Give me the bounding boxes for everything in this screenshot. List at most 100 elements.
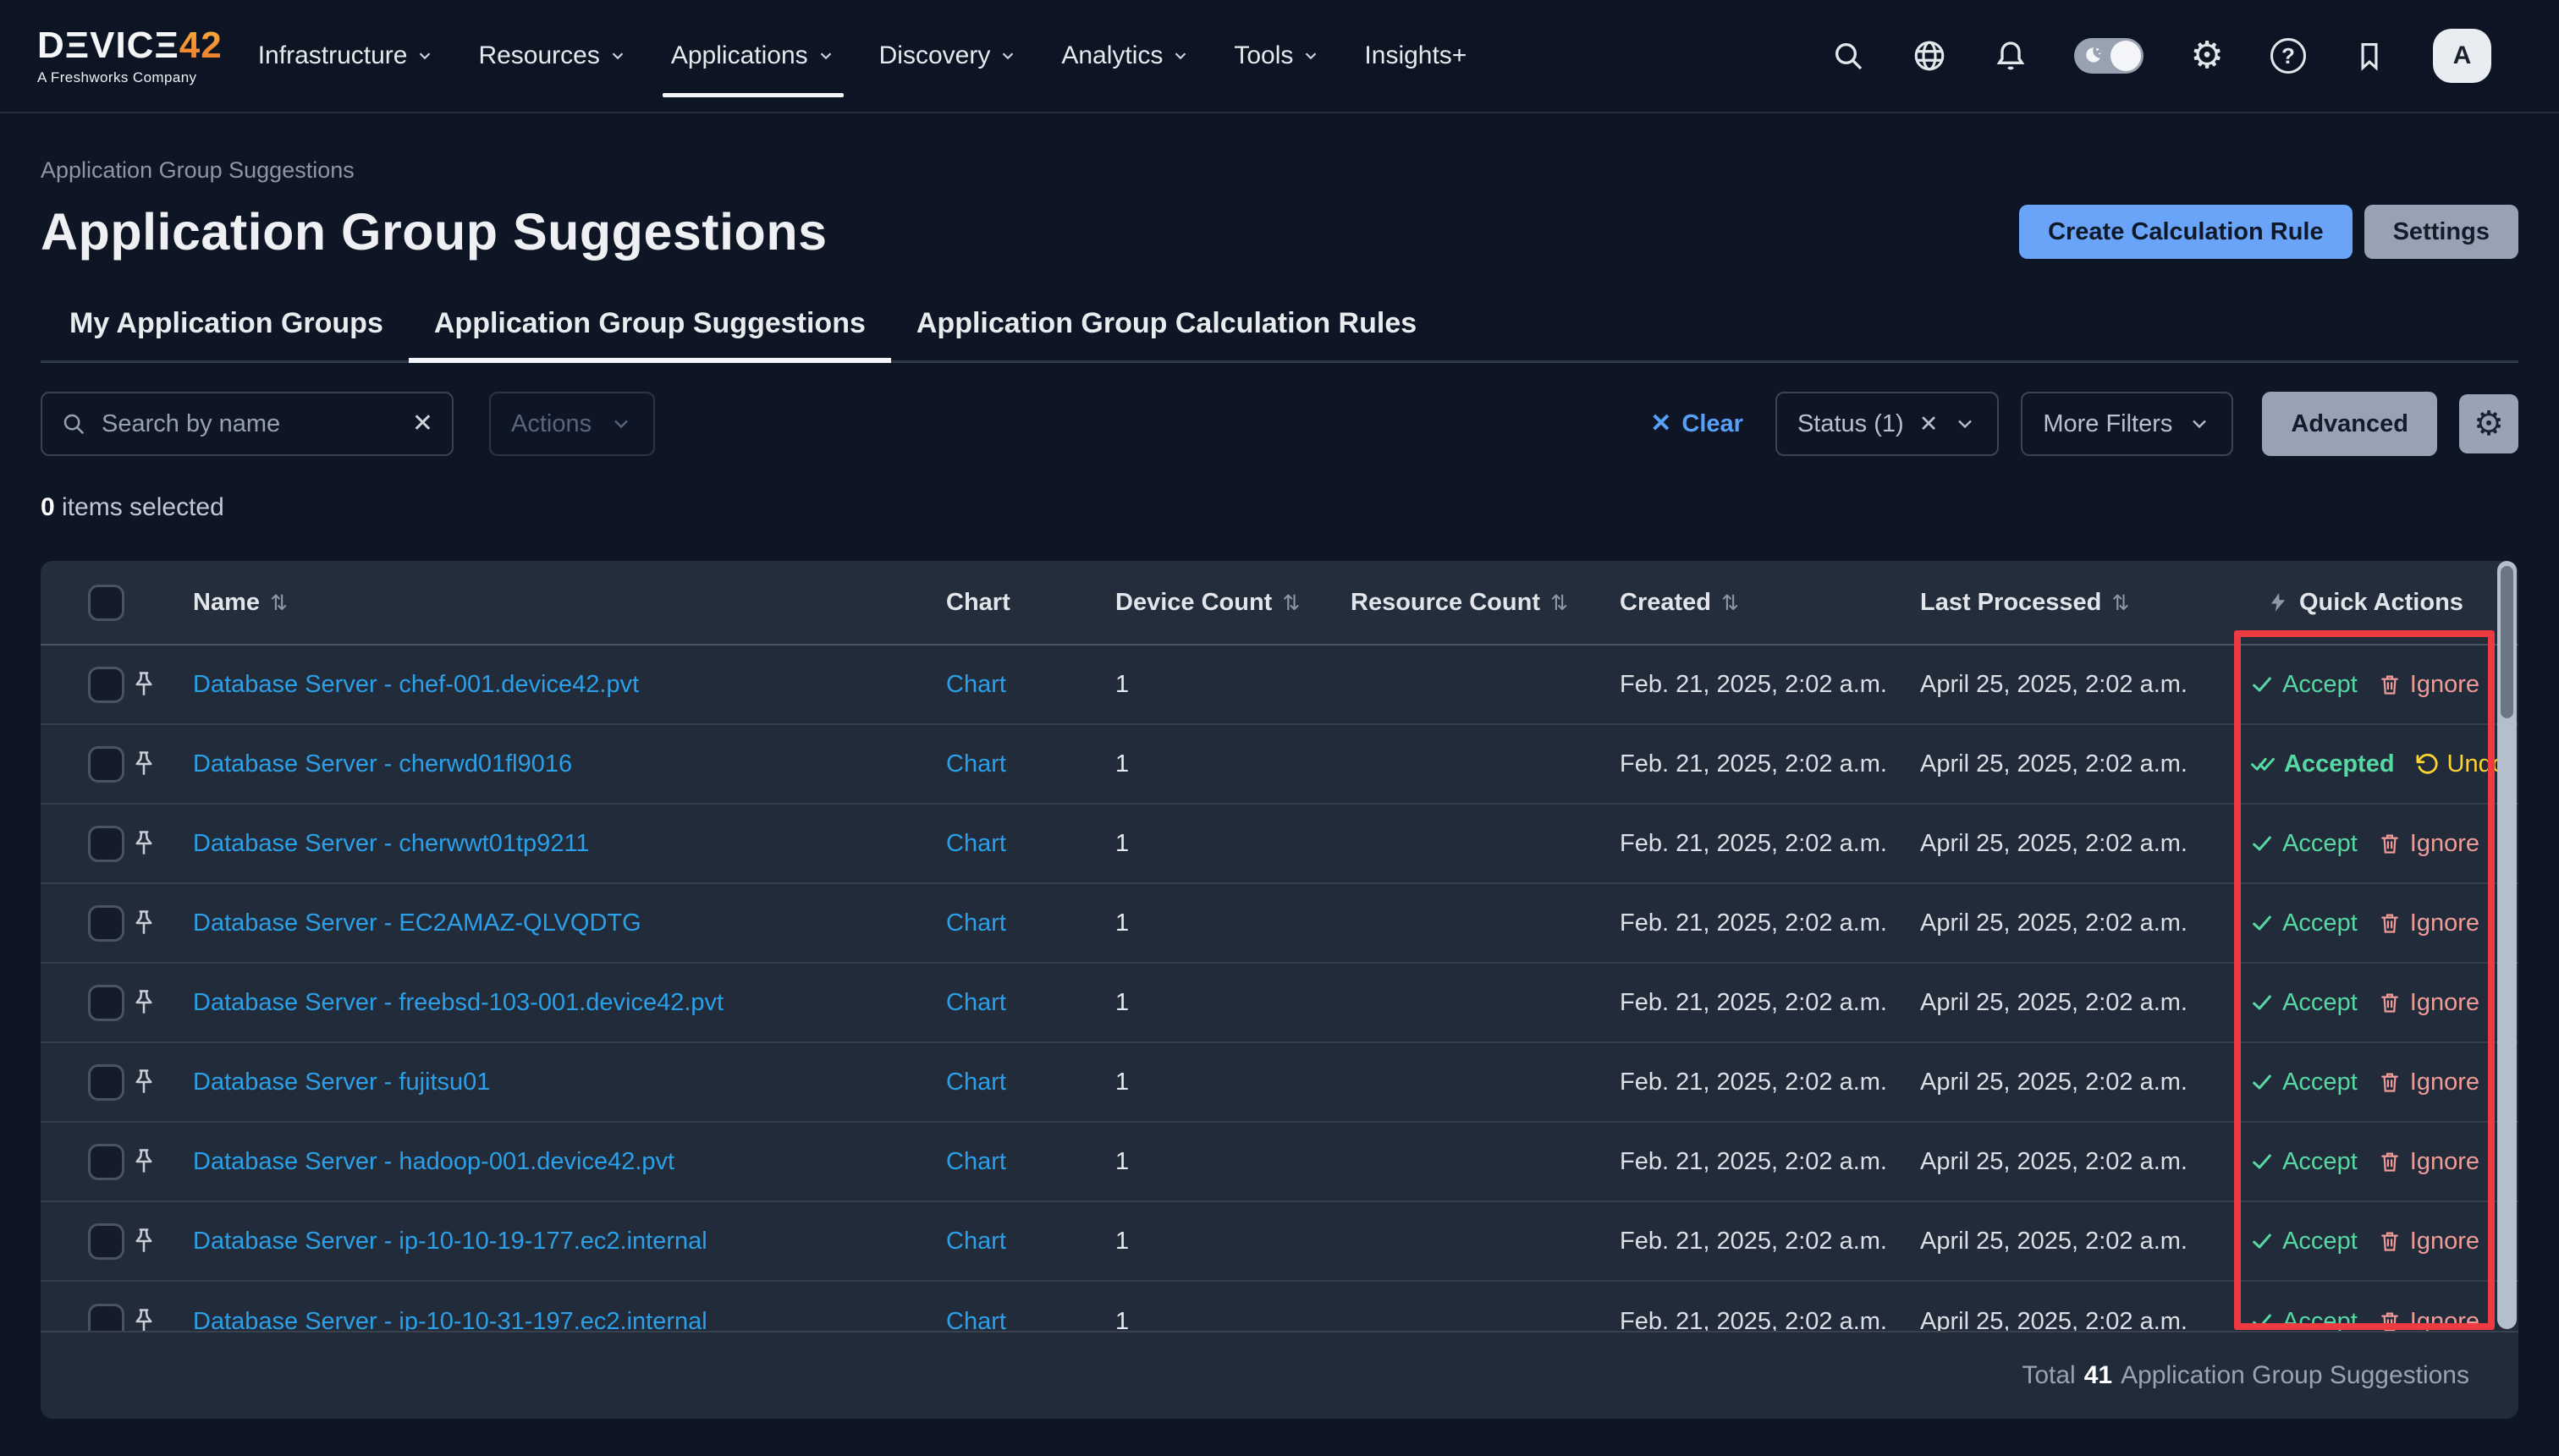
tab-application-group-suggestions[interactable]: Application Group Suggestions — [409, 307, 891, 360]
accept-button[interactable]: Accept — [2250, 909, 2358, 937]
accept-button[interactable]: Accept — [2250, 989, 2358, 1017]
ignore-button[interactable]: Ignore — [2378, 1308, 2479, 1332]
pin-icon[interactable] — [129, 1226, 159, 1256]
nav-item-insights-[interactable]: Insights+ — [1362, 36, 1468, 75]
ignore-button[interactable]: Ignore — [2378, 1148, 2479, 1176]
pin-icon[interactable] — [129, 749, 159, 779]
advanced-button[interactable]: Advanced — [2262, 392, 2437, 456]
pin-icon[interactable] — [129, 987, 159, 1018]
suggestion-name-link[interactable]: Database Server - chef-001.device42.pvt — [193, 671, 639, 698]
pin-icon[interactable] — [129, 828, 159, 859]
create-calculation-rule-button[interactable]: Create Calculation Rule — [2019, 205, 2353, 259]
help-icon[interactable]: ? — [2270, 38, 2306, 74]
sort-icon[interactable]: ⇅ — [1550, 591, 1568, 615]
undo-button[interactable]: Undo — [2415, 750, 2506, 778]
accept-button[interactable]: Accept — [2250, 671, 2358, 699]
sort-icon[interactable]: ⇅ — [270, 591, 288, 615]
suggestion-name-link[interactable]: Database Server - ip-10-10-19-177.ec2.in… — [193, 1228, 707, 1255]
actions-dropdown[interactable]: Actions — [489, 392, 655, 456]
pin-icon[interactable] — [129, 1306, 159, 1331]
accept-button[interactable]: Accept — [2250, 1308, 2358, 1332]
top-navbar: DΞVICΞ42 A Freshworks Company Infrastruc… — [0, 0, 2559, 113]
accept-button[interactable]: Accept — [2250, 1228, 2358, 1255]
suggestion-name-link[interactable]: Database Server - freebsd-103-001.device… — [193, 989, 724, 1016]
tab-my-application-groups[interactable]: My Application Groups — [41, 307, 409, 360]
ignore-button[interactable]: Ignore — [2378, 1228, 2479, 1255]
created-date: Feb. 21, 2025, 2:02 a.m. — [1601, 830, 1901, 858]
remove-status-filter-icon[interactable]: ✕ — [1919, 413, 1939, 436]
suggestion-name-link[interactable]: Database Server - ip-10-10-31-197.ec2.in… — [193, 1308, 707, 1332]
clear-search-icon[interactable]: ✕ — [412, 411, 433, 437]
undo-icon — [2415, 752, 2439, 776]
ignore-button[interactable]: Ignore — [2378, 671, 2479, 699]
chart-link[interactable]: Chart — [946, 1148, 1006, 1175]
last-processed-date: April 25, 2025, 2:02 a.m. — [1901, 671, 2250, 699]
column-header-name: Name⇅ — [174, 589, 927, 617]
ignore-button[interactable]: Ignore — [2378, 989, 2479, 1017]
table-row: Database Server - freebsd-103-001.device… — [41, 964, 2518, 1043]
chart-link[interactable]: Chart — [946, 750, 1006, 777]
last-processed-date: April 25, 2025, 2:02 a.m. — [1901, 1228, 2250, 1255]
chart-link[interactable]: Chart — [946, 1308, 1006, 1332]
ignore-button[interactable]: Ignore — [2378, 1069, 2479, 1096]
chart-link[interactable]: Chart — [946, 989, 1006, 1016]
device-count-value: 1 — [1097, 1308, 1332, 1332]
nav-item-discovery[interactable]: Discovery — [878, 36, 1020, 75]
chart-link[interactable]: Chart — [946, 1069, 1006, 1096]
chart-link[interactable]: Chart — [946, 1228, 1006, 1255]
accept-button[interactable]: Accept — [2250, 830, 2358, 858]
nav-item-infrastructure[interactable]: Infrastructure — [256, 36, 437, 75]
vertical-scrollbar[interactable] — [2497, 561, 2517, 1329]
scrollbar-thumb[interactable] — [2501, 566, 2513, 718]
created-date: Feb. 21, 2025, 2:02 a.m. — [1601, 750, 1901, 778]
pin-icon[interactable] — [129, 1067, 159, 1097]
chevron-down-icon — [999, 47, 1017, 65]
suggestion-name-link[interactable]: Database Server - hadoop-001.device42.pv… — [193, 1148, 674, 1175]
select-all-checkbox[interactable] — [88, 585, 124, 621]
check-icon — [2250, 673, 2274, 696]
chart-link[interactable]: Chart — [946, 909, 1006, 937]
user-avatar[interactable]: A — [2433, 29, 2491, 83]
bookmark-icon[interactable] — [2352, 38, 2387, 74]
check-icon — [2250, 991, 2274, 1014]
status-filter-chip[interactable]: Status (1) ✕ — [1775, 392, 1999, 456]
notifications-bell-icon[interactable] — [1993, 38, 2028, 74]
dark-mode-toggle[interactable] — [2074, 38, 2144, 74]
accept-button[interactable]: Accept — [2250, 1148, 2358, 1176]
settings-button[interactable]: Settings — [2364, 205, 2518, 259]
suggestion-name-link[interactable]: Database Server - EC2AMAZ-QLVQDTG — [193, 909, 641, 937]
pin-icon[interactable] — [129, 908, 159, 938]
nav-item-analytics[interactable]: Analytics — [1059, 36, 1191, 75]
more-filters-dropdown[interactable]: More Filters — [2021, 392, 2233, 456]
sort-icon[interactable]: ⇅ — [1721, 591, 1739, 615]
column-header-last-processed: Last Processed⇅ — [1901, 589, 2250, 617]
ignore-button[interactable]: Ignore — [2378, 909, 2479, 937]
chevron-down-icon — [415, 47, 434, 65]
nav-item-applications[interactable]: Applications — [669, 36, 837, 75]
check-icon — [2250, 911, 2274, 935]
globe-icon[interactable] — [1912, 38, 1947, 74]
sort-icon[interactable]: ⇅ — [1282, 591, 1300, 615]
gear-icon[interactable]: ⚙ — [2189, 38, 2225, 74]
search-icon[interactable] — [1830, 38, 1866, 74]
nav-item-resources[interactable]: Resources — [476, 36, 628, 75]
nav-item-tools[interactable]: Tools — [1232, 36, 1322, 75]
accept-button[interactable]: Accept — [2250, 1069, 2358, 1096]
pin-icon[interactable] — [129, 1146, 159, 1177]
tab-application-group-calculation-rules[interactable]: Application Group Calculation Rules — [891, 307, 1442, 360]
clear-filters-button[interactable]: ✕ Clear — [1650, 410, 1743, 438]
chart-link[interactable]: Chart — [946, 671, 1006, 698]
sort-icon[interactable]: ⇅ — [2111, 591, 2129, 615]
suggestion-name-link[interactable]: Database Server - cherwd01fl9016 — [193, 750, 572, 777]
table-row: Database Server - hadoop-001.device42.pv… — [41, 1123, 2518, 1202]
suggestion-name-link[interactable]: Database Server - cherwwt01tp9211 — [193, 830, 590, 857]
created-date: Feb. 21, 2025, 2:02 a.m. — [1601, 1308, 1901, 1332]
chart-link[interactable]: Chart — [946, 830, 1006, 857]
ignore-button[interactable]: Ignore — [2378, 830, 2479, 858]
table-settings-gear-button[interactable]: ⚙ — [2459, 394, 2518, 453]
pin-icon[interactable] — [129, 669, 159, 700]
suggestion-name-link[interactable]: Database Server - fujitsu01 — [193, 1069, 490, 1096]
device42-logo[interactable]: DΞVICΞ42 A Freshworks Company — [37, 27, 223, 85]
chevron-down-icon — [609, 412, 633, 436]
search-input[interactable] — [102, 410, 397, 438]
